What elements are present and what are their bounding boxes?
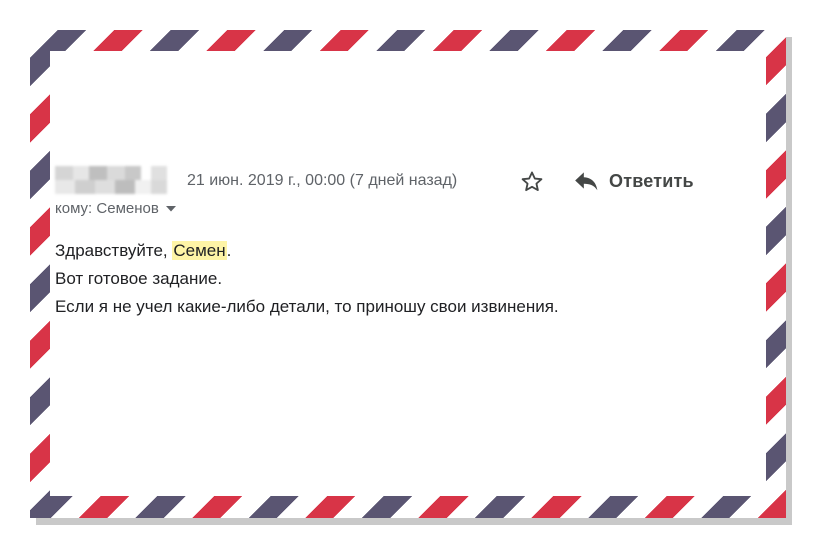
reply-label: Ответить: [609, 170, 694, 191]
greeting-line: Здравствуйте, Семен.: [55, 237, 559, 265]
sender-name-blurred: [55, 166, 167, 194]
email-date: 21 июн. 2019 г., 00:00 (7 дней назад): [187, 172, 458, 189]
reply-arrow-icon: [575, 172, 598, 191]
body-line-2: Вот готовое задание.: [55, 269, 223, 288]
recipient-details-toggle[interactable]: кому: Семенов: [55, 200, 177, 217]
body-line-3: Если я не учел какие-либо детали, то при…: [55, 297, 559, 316]
caret-down-icon: [165, 205, 176, 211]
email-body: Здравствуйте, Семен. Вот готовое задание…: [55, 237, 559, 321]
reply-button[interactable]: Ответить: [573, 166, 694, 196]
star-button[interactable]: [518, 168, 546, 196]
highlighted-name: Семен: [172, 241, 227, 260]
recipient-label: кому: Семенов: [55, 200, 159, 217]
star-outline-icon: [521, 171, 543, 192]
greeting-suffix: .: [226, 241, 232, 260]
greeting-prefix: Здравствуйте,: [55, 241, 168, 260]
